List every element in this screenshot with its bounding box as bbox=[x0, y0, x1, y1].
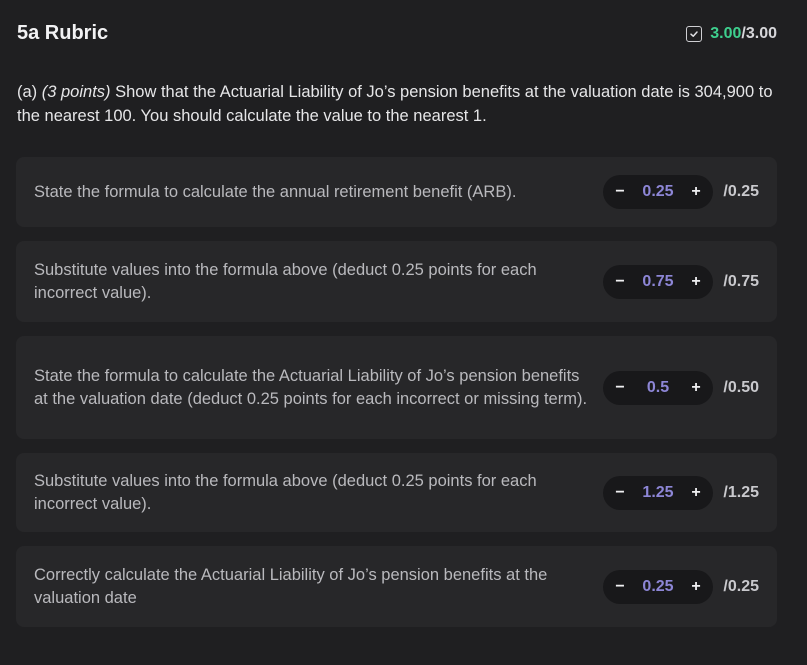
points-stepper: − 0.5 + bbox=[603, 370, 713, 405]
decrement-button[interactable]: − bbox=[613, 484, 627, 502]
points-stepper: − 0.75 + bbox=[603, 264, 713, 299]
rubric-item: Correctly calculate the Actuarial Liabil… bbox=[16, 546, 777, 627]
rubric-header: 5a Rubric 3.00 /3.00 bbox=[17, 22, 777, 48]
points-max: /0.25 bbox=[723, 577, 759, 595]
points-value[interactable]: 0.75 bbox=[642, 273, 673, 291]
rubric-item: State the formula to calculate the Actua… bbox=[16, 336, 777, 439]
checkbox-check-icon bbox=[686, 26, 703, 42]
question-body: Show that the Actuarial Liability of Jo’… bbox=[17, 83, 773, 125]
points-value[interactable]: 1.25 bbox=[642, 484, 673, 502]
rubric-items: State the formula to calculate the annua… bbox=[16, 157, 777, 641]
score-value: 3.00 bbox=[710, 25, 742, 42]
increment-button[interactable]: + bbox=[689, 578, 703, 596]
points-max: /0.50 bbox=[723, 378, 759, 396]
score-summary: 3.00 /3.00 bbox=[686, 25, 777, 43]
points-stepper: − 1.25 + bbox=[603, 475, 713, 510]
decrement-button[interactable]: − bbox=[613, 379, 627, 397]
rubric-item: Substitute values into the formula above… bbox=[16, 453, 777, 532]
increment-button[interactable]: + bbox=[689, 273, 703, 291]
increment-button[interactable]: + bbox=[689, 183, 703, 201]
increment-button[interactable]: + bbox=[689, 484, 703, 502]
increment-button[interactable]: + bbox=[689, 379, 703, 397]
decrement-button[interactable]: − bbox=[613, 183, 627, 201]
points-max: /1.25 bbox=[723, 483, 759, 501]
rubric-item-text: Correctly calculate the Actuarial Liabil… bbox=[34, 565, 548, 607]
rubric-item-text: Substitute values into the formula above… bbox=[34, 471, 537, 513]
rubric-item-text: State the formula to calculate the annua… bbox=[34, 182, 517, 201]
points-value[interactable]: 0.25 bbox=[642, 578, 673, 596]
points-value[interactable]: 0.25 bbox=[642, 183, 673, 201]
rubric-title: 5a Rubric bbox=[17, 22, 109, 44]
rubric-item: State the formula to calculate the annua… bbox=[16, 157, 777, 227]
points-value[interactable]: 0.5 bbox=[647, 379, 669, 397]
points-max: /0.25 bbox=[723, 183, 759, 200]
question-text: (a) (3 points) Show that the Actuarial L… bbox=[17, 80, 777, 128]
score-total: /3.00 bbox=[741, 25, 777, 42]
question-points: (3 points) bbox=[41, 83, 111, 101]
question-prefix: (a) bbox=[17, 83, 42, 101]
points-stepper: − 0.25 + bbox=[603, 175, 713, 209]
points-stepper: − 0.25 + bbox=[603, 569, 713, 604]
decrement-button[interactable]: − bbox=[613, 273, 627, 291]
points-max: /0.75 bbox=[723, 272, 759, 290]
rubric-item-text: State the formula to calculate the Actua… bbox=[34, 366, 588, 408]
decrement-button[interactable]: − bbox=[613, 578, 627, 596]
rubric-item: Substitute values into the formula above… bbox=[16, 241, 777, 322]
rubric-panel: 5a Rubric 3.00 /3.00 (a) (3 points) Show… bbox=[0, 0, 807, 665]
rubric-item-text: Substitute values into the formula above… bbox=[34, 260, 537, 302]
